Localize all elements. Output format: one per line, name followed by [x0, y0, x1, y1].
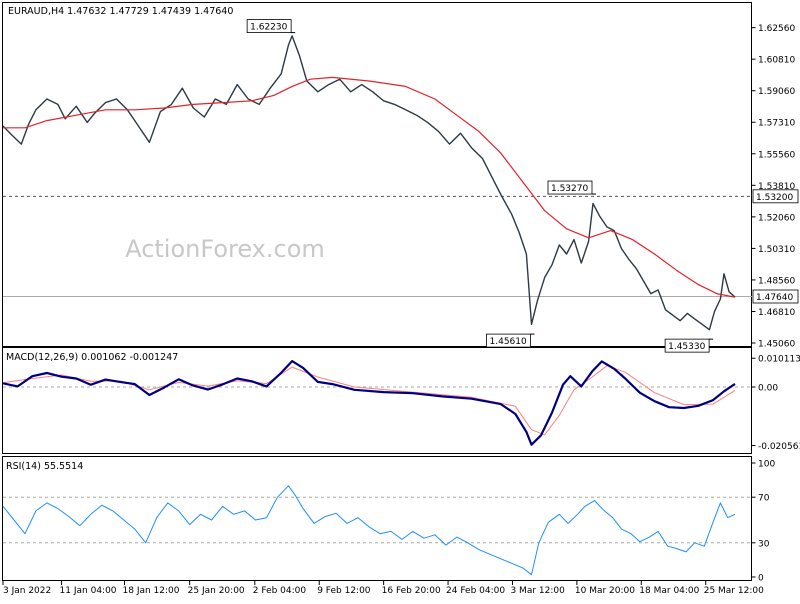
x-axis-label: 24 Feb 04:00 [446, 586, 505, 596]
price-axis-tick-label: 1.55560 [758, 150, 795, 160]
macd-axis-tick-label: 0.00 [758, 383, 778, 393]
price-axis-tick-label: 1.45060 [758, 340, 795, 350]
price-axis-tick-label: 1.57310 [758, 119, 795, 129]
price-axis-tick-label: 1.60810 [758, 56, 795, 66]
macd-panel-frame [2, 347, 752, 454]
x-axis-label: 10 Mar 20:00 [575, 586, 635, 596]
price-axis-tick-label: 1.50310 [758, 245, 795, 255]
rsi-axis-tick-label: 70 [758, 494, 770, 504]
rsi-panel-frame [2, 456, 752, 581]
price-axis-tick-label: 1.46810 [758, 308, 795, 318]
x-axis-label: 18 Jan 12:00 [123, 586, 180, 596]
price-axis-tick-label: 1.52060 [758, 213, 795, 223]
rsi-axis-tick-label: 30 [758, 539, 770, 549]
x-axis-label: 16 Feb 20:00 [382, 586, 441, 596]
x-axis-label: 11 Jan 04:00 [60, 586, 117, 596]
x-axis-label: 2 Feb 04:00 [253, 586, 307, 596]
price-axis-tick-label: 1.48560 [758, 276, 795, 286]
price-axis-tick-label: 1.59060 [758, 87, 795, 97]
x-axis-label: 18 Mar 04:00 [639, 586, 699, 596]
x-axis-label: 9 Feb 12:00 [317, 586, 371, 596]
annotation-label: 1.53270 [551, 184, 588, 194]
price-panel-frame [2, 2, 752, 347]
x-axis-label: 25 Jan 20:00 [188, 586, 245, 596]
annotation-label: 1.45330 [668, 342, 705, 352]
x-axis-label: 3 Mar 12:00 [510, 586, 565, 596]
macd-axis-tick-label: -0.020561 [758, 442, 800, 452]
x-axis-label: 25 Mar 12:00 [704, 586, 764, 596]
hline-value-label: 1.53200 [756, 193, 793, 203]
rsi-panel-header: RSI(14) 55.5514 [6, 461, 83, 472]
annotation-label: 1.45610 [490, 337, 527, 347]
macd-axis-tick-label: 0.010113 [758, 355, 800, 365]
x-axis-label: 3 Jan 2022 [3, 586, 51, 596]
rsi-axis-tick-label: 100 [758, 460, 775, 470]
watermark: ActionForex.com [125, 235, 325, 263]
macd-panel-header: MACD(12,26,9) 0.001062 -0.001247 [6, 352, 178, 363]
chart-root: ActionForex.com EURAUD,H4 1.47632 1.4772… [0, 0, 800, 600]
current-price-label: 1.47640 [756, 293, 793, 303]
price-panel-header: EURAUD,H4 1.47632 1.47729 1.47439 1.4764… [8, 6, 233, 17]
euraud-chart: ActionForex.com EURAUD,H4 1.47632 1.4772… [2, 2, 800, 596]
annotation-label: 1.62230 [250, 23, 287, 33]
price-axis-tick-label: 1.62560 [758, 24, 795, 34]
rsi-axis-tick-label: 0 [758, 574, 764, 584]
